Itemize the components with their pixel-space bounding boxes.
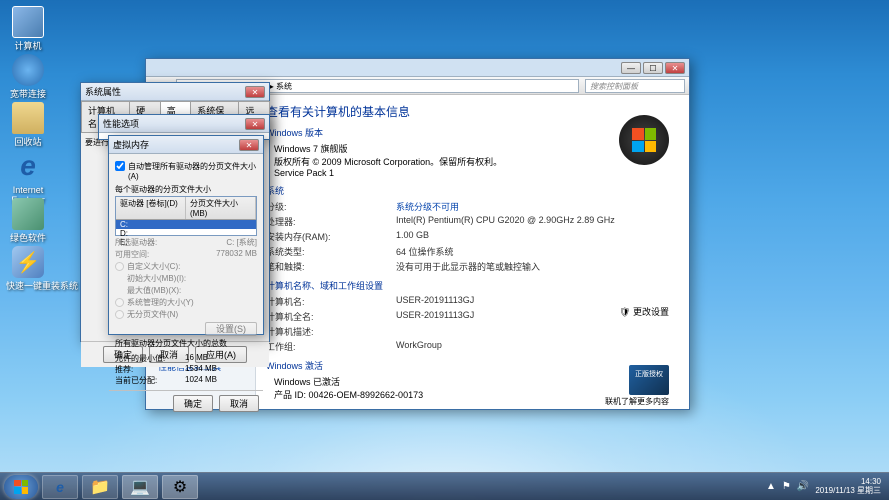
close-button[interactable]: ✕: [665, 62, 685, 74]
minimize-button[interactable]: —: [621, 62, 641, 74]
pen-value: 没有可用于此显示器的笔或触控输入: [396, 260, 540, 273]
folder-icon: 📁: [90, 477, 110, 497]
rating-link[interactable]: 系统分级不可用: [396, 200, 459, 213]
close-button[interactable]: ✕: [239, 139, 259, 151]
volume-icon[interactable]: 🔊: [797, 481, 809, 492]
selected-drive: C: [系统]: [226, 237, 257, 248]
current-allocated: 1024 MB: [185, 375, 217, 386]
close-button[interactable]: ✕: [245, 86, 265, 98]
taskbar-item-ie[interactable]: e: [42, 475, 78, 499]
learn-more-link[interactable]: 联机了解更多内容: [605, 396, 669, 407]
change-settings-link[interactable]: 🛡 更改设置: [619, 305, 669, 318]
totals-header: 所有驱动器分页文件大小的总数: [115, 338, 257, 349]
desktop-icon-network[interactable]: 宽带连接: [6, 54, 50, 100]
titlebar[interactable]: — ☐ ✕: [146, 59, 689, 77]
recommended: 1534 MB: [185, 364, 217, 375]
desktop-icon-app2[interactable]: ⚡ 快速一键重装系统: [6, 246, 50, 292]
ie-icon: e: [12, 150, 44, 182]
drive-list[interactable]: 驱动器 [卷标](D) 分页文件大小(MB) C: D: E:: [115, 196, 257, 236]
windows-flag-icon: [14, 480, 28, 494]
domain-header: 计算机名称、域和工作组设置: [266, 279, 679, 292]
system-tray: ▲ ⚑ 🔊 14:30 2019/11/13 星期三: [766, 478, 885, 496]
min-allowed: 16 MB: [185, 353, 208, 364]
search-input[interactable]: 搜索控制面板: [585, 79, 685, 93]
clock[interactable]: 14:30 2019/11/13 星期三: [815, 478, 881, 496]
virtual-memory-dialog: 虚拟内存 ✕ 自动管理所有驱动器的分页文件大小(A) 每个驱动器的分页文件大小 …: [108, 135, 264, 335]
computer-name: USER-20191113GJ: [396, 295, 474, 308]
close-button[interactable]: ✕: [245, 118, 265, 130]
flag-icon[interactable]: ⚑: [782, 481, 791, 492]
systype-value: 64 位操作系统: [396, 245, 454, 258]
processor-value: Intel(R) Pentium(R) CPU G2020 @ 2.90GHz …: [396, 215, 615, 228]
window-title: 系统属性: [85, 85, 245, 98]
system-header: 系统: [266, 184, 679, 197]
maximize-button[interactable]: ☐: [643, 62, 663, 74]
set-button: 设置(S): [205, 322, 257, 336]
network-icon: [12, 54, 44, 86]
taskbar-item-explorer[interactable]: 📁: [82, 475, 118, 499]
ram-value: 1.00 GB: [396, 230, 429, 243]
titlebar[interactable]: 性能选项 ✕: [99, 115, 269, 133]
reinstall-icon: ⚡: [12, 246, 44, 278]
copyright: 版权所有 © 2009 Microsoft Corporation。保留所有权利…: [274, 155, 679, 168]
desktop-icon-recycle[interactable]: 回收站: [6, 102, 50, 148]
full-name: USER-20191113GJ: [396, 310, 474, 323]
cancel-button[interactable]: 取消: [219, 395, 259, 412]
properties-icon: ⚙: [173, 477, 187, 497]
page-title: 查看有关计算机的基本信息: [266, 103, 679, 120]
windows-logo: [619, 115, 669, 165]
service-pack: Service Pack 1: [274, 168, 679, 178]
titlebar[interactable]: 虚拟内存 ✕: [109, 136, 263, 154]
recycle-bin-icon: [12, 102, 44, 134]
taskbar: e 📁 💻 ⚙ ▲ ⚑ 🔊 14:30 2019/11/13 星期三: [0, 472, 889, 500]
desktop-icon-computer[interactable]: 计算机: [6, 6, 50, 52]
start-button[interactable]: [4, 475, 38, 499]
taskbar-item-props[interactable]: ⚙: [162, 475, 198, 499]
ok-button[interactable]: 确定: [173, 395, 213, 412]
content-area: 查看有关计算机的基本信息 Windows 版本 Windows 7 旗舰版 版权…: [256, 95, 689, 409]
no-pagefile-radio: [115, 310, 124, 319]
auto-manage-checkbox[interactable]: [115, 161, 125, 171]
ie-icon: e: [56, 479, 64, 495]
window-title: 性能选项: [103, 117, 245, 130]
auto-manage-label: 自动管理所有驱动器的分页文件大小(A): [128, 161, 257, 181]
app-icon: [12, 198, 44, 230]
drive-row[interactable]: C:: [116, 220, 256, 229]
window-title: 虚拟内存: [113, 138, 239, 151]
genuine-badge: 正版授权: [629, 365, 669, 395]
system-managed-radio: [115, 298, 124, 307]
available-space: 778032 MB: [216, 249, 257, 260]
custom-size-radio: [115, 262, 124, 271]
taskbar-item-system[interactable]: 💻: [122, 475, 158, 499]
desktop-icon-app1[interactable]: 绿色软件: [6, 198, 50, 244]
show-hidden-icons[interactable]: ▲: [766, 481, 776, 492]
workgroup: WorkGroup: [396, 340, 442, 353]
activation-header: Windows 激活: [266, 359, 679, 372]
computer-icon: [12, 6, 44, 38]
activation-status: Windows 已激活: [274, 375, 679, 388]
titlebar[interactable]: 系统属性 ✕: [81, 83, 269, 101]
per-drive-header: 每个驱动器的分页文件大小: [115, 184, 257, 195]
edition-value: Windows 7 旗舰版: [274, 142, 679, 155]
computer-icon: 💻: [130, 477, 150, 497]
edition-header: Windows 版本: [266, 126, 679, 139]
